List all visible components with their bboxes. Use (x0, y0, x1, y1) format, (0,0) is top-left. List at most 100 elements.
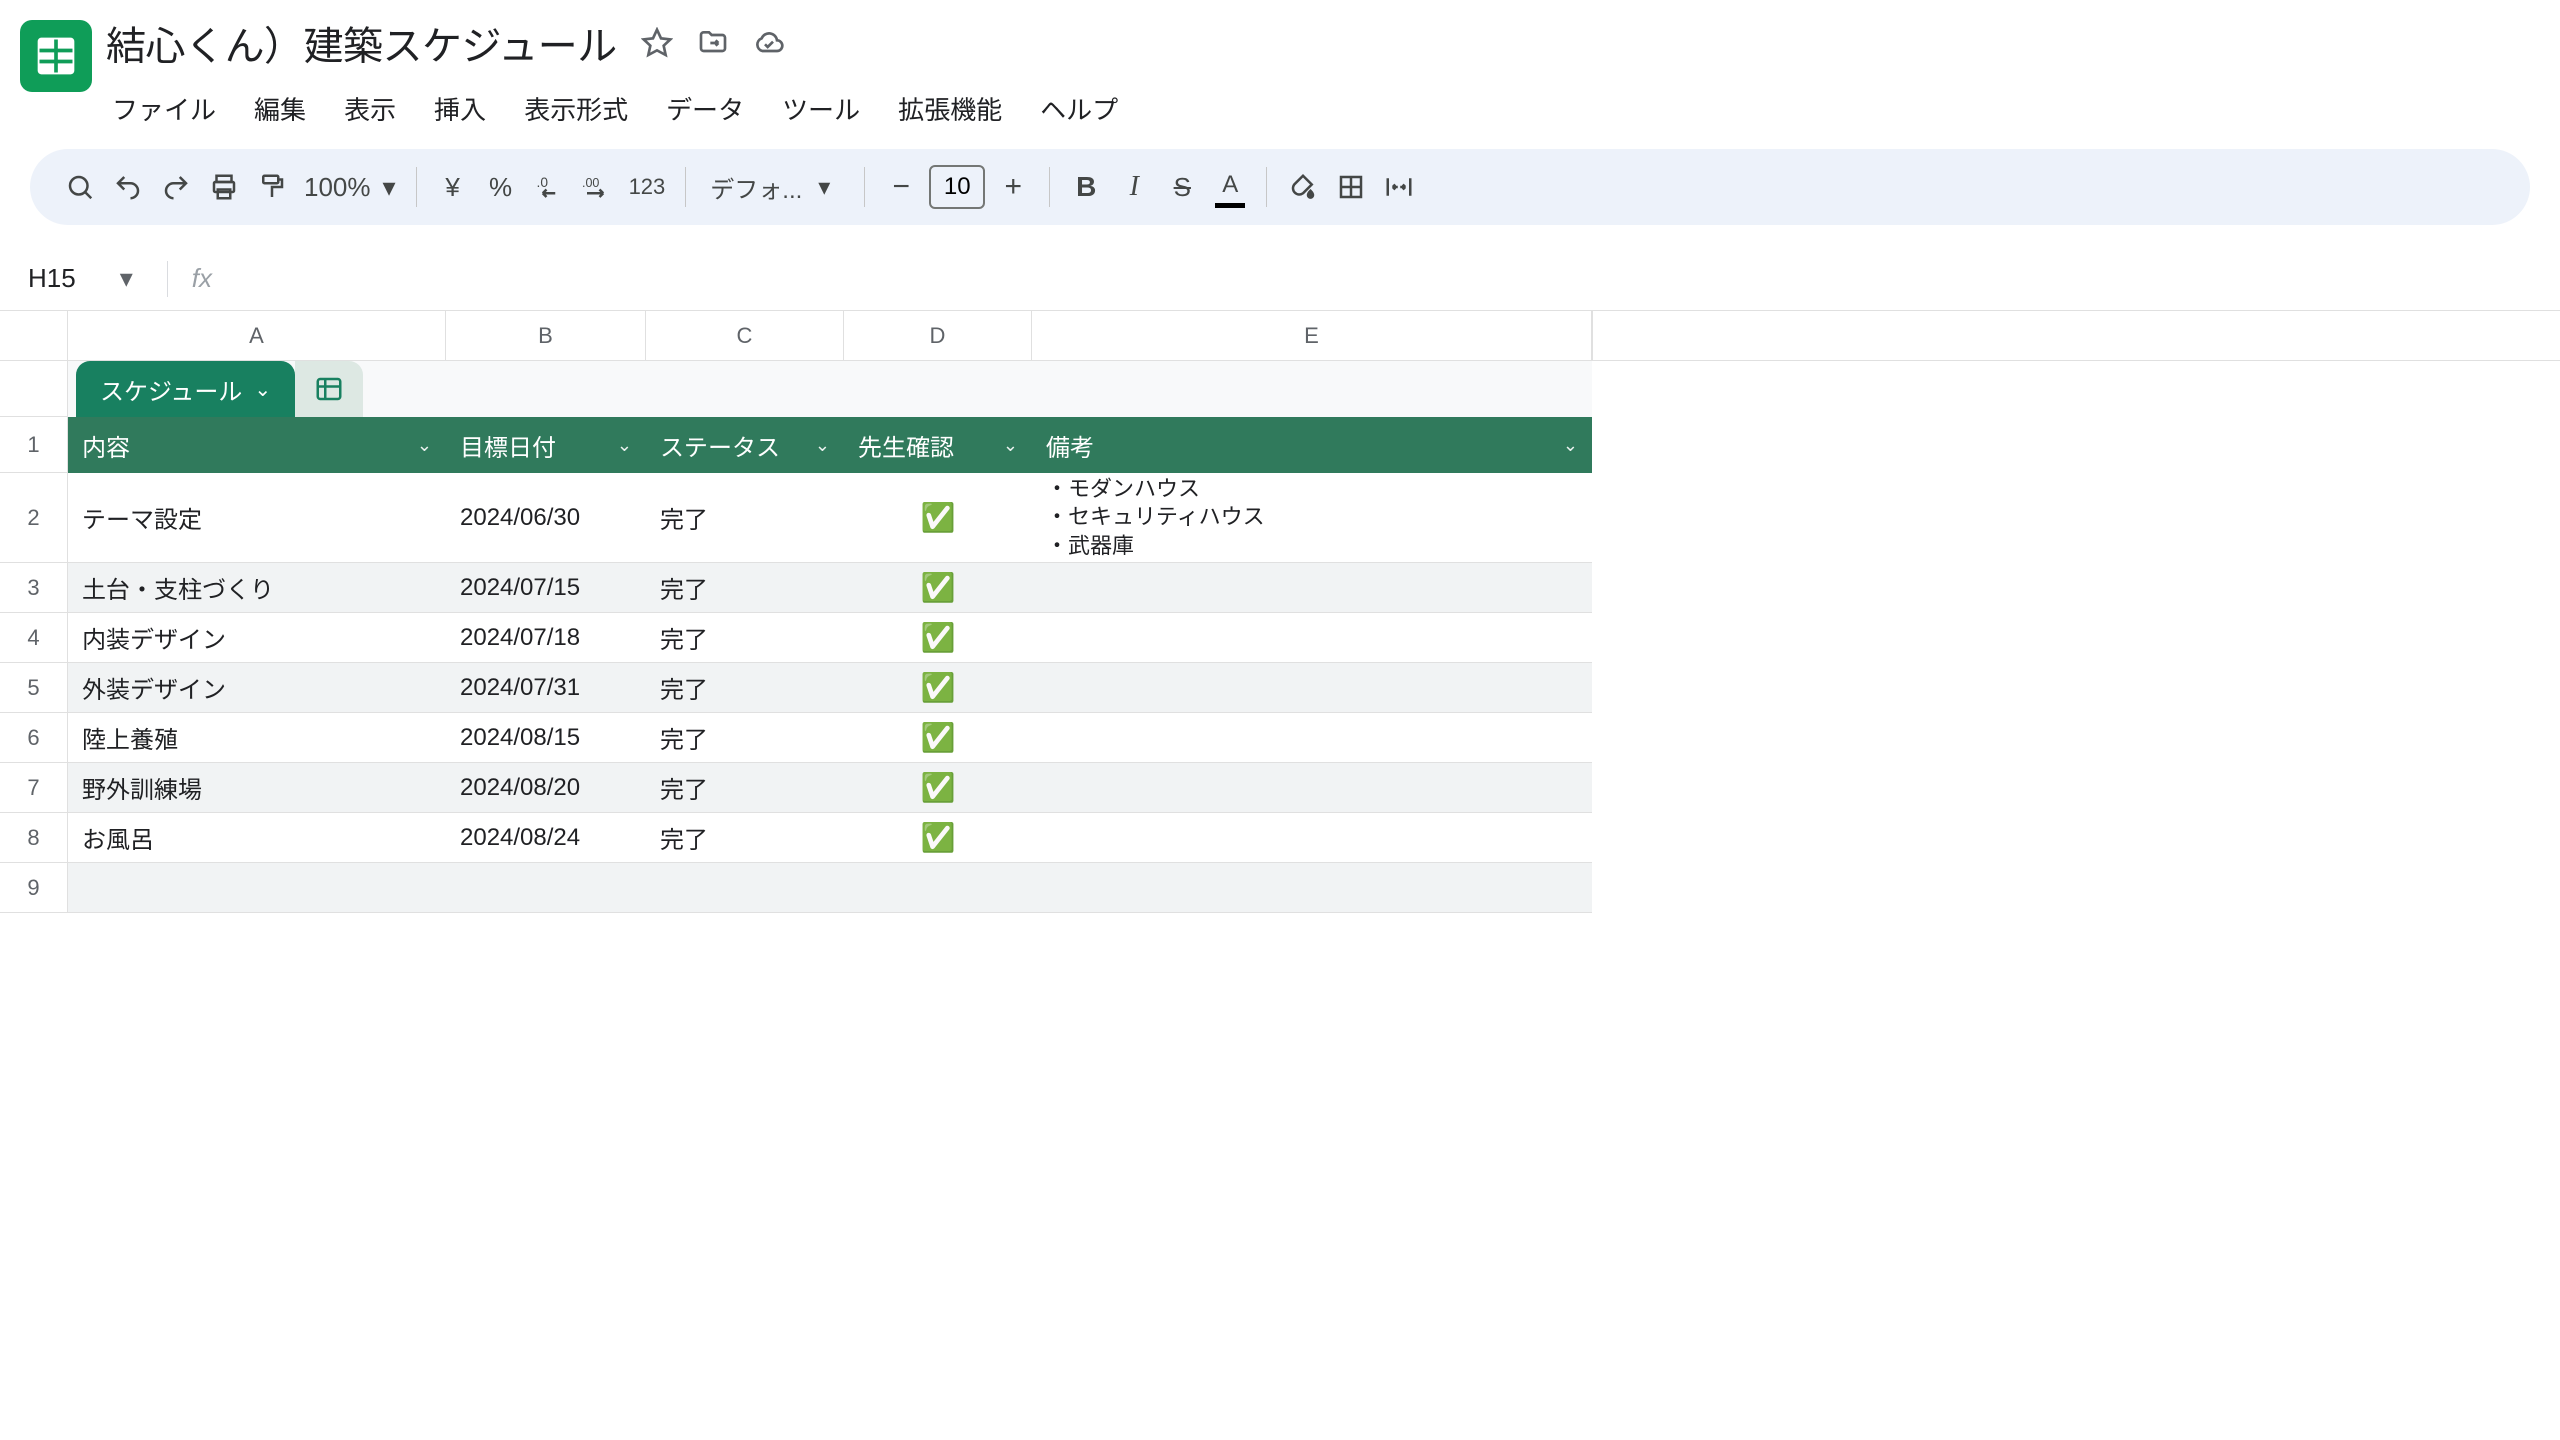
row-header[interactable]: 6 (0, 713, 67, 763)
cell-status[interactable]: 完了 (646, 563, 844, 612)
cell-note[interactable]: ・モダンハウス・セキュリティハウス・武器庫 (1032, 473, 1592, 562)
cell-confirm[interactable]: ✅ (844, 613, 1032, 662)
cell-confirm[interactable] (844, 863, 1032, 912)
zoom-select[interactable]: 100%▾ (298, 172, 402, 203)
percent-button[interactable]: % (479, 165, 523, 209)
table-row[interactable]: 土台・支柱づくり2024/07/15完了✅ (68, 563, 1592, 613)
th-note[interactable]: 備考⌄ (1032, 417, 1592, 473)
cell-status[interactable]: 完了 (646, 663, 844, 712)
cell-status[interactable]: 完了 (646, 473, 844, 562)
cell-content[interactable]: テーマ設定 (68, 473, 446, 562)
cell-note[interactable] (1032, 863, 1592, 912)
sheets-logo[interactable] (20, 20, 92, 92)
row-header[interactable]: 5 (0, 663, 67, 713)
table-tab[interactable]: スケジュール ⌄ (76, 361, 295, 417)
row-header[interactable]: 9 (0, 863, 67, 913)
col-header-b[interactable]: B (446, 311, 646, 360)
fill-color-icon[interactable] (1281, 165, 1325, 209)
cell-confirm[interactable]: ✅ (844, 563, 1032, 612)
cell-status[interactable]: 完了 (646, 813, 844, 862)
cell-content[interactable]: お風呂 (68, 813, 446, 862)
formula-bar[interactable] (236, 261, 2560, 297)
cell-date[interactable]: 2024/07/31 (446, 663, 646, 712)
col-header-c[interactable]: C (646, 311, 844, 360)
table-row[interactable]: お風呂2024/08/24完了✅ (68, 813, 1592, 863)
col-header-a[interactable]: A (68, 311, 446, 360)
cell-note[interactable] (1032, 663, 1592, 712)
row-header[interactable]: 2 (0, 473, 67, 563)
menu-view[interactable]: 表示 (342, 86, 398, 131)
bold-icon[interactable]: B (1064, 165, 1108, 209)
redo-icon[interactable] (154, 165, 198, 209)
cell-confirm[interactable]: ✅ (844, 663, 1032, 712)
currency-button[interactable]: ¥ (431, 165, 475, 209)
table-row[interactable] (68, 863, 1592, 913)
cloud-status-icon[interactable] (753, 27, 785, 59)
cell-content[interactable] (68, 863, 446, 912)
cell-confirm[interactable]: ✅ (844, 713, 1032, 762)
cell-note[interactable] (1032, 763, 1592, 812)
menu-data[interactable]: データ (664, 86, 746, 131)
cell-status[interactable]: 完了 (646, 713, 844, 762)
increase-font-icon[interactable]: + (991, 165, 1035, 209)
search-icon[interactable] (58, 165, 102, 209)
th-status[interactable]: ステータス⌄ (646, 417, 844, 473)
cell-confirm[interactable]: ✅ (844, 763, 1032, 812)
cell-note[interactable] (1032, 713, 1592, 762)
cell-content[interactable]: 外装デザイン (68, 663, 446, 712)
cell-status[interactable]: 完了 (646, 613, 844, 662)
italic-icon[interactable]: I (1112, 165, 1156, 209)
menu-extensions[interactable]: 拡張機能 (896, 86, 1004, 131)
menu-tools[interactable]: ツール (780, 86, 862, 131)
cell-status[interactable]: 完了 (646, 763, 844, 812)
menu-file[interactable]: ファイル (110, 86, 218, 131)
menu-help[interactable]: ヘルプ (1038, 86, 1120, 131)
cell-date[interactable] (446, 863, 646, 912)
document-title[interactable]: 結心くん）建築スケジュール (106, 14, 617, 72)
row-header[interactable]: 1 (0, 417, 67, 473)
star-icon[interactable] (641, 27, 673, 59)
number-format-button[interactable]: 123 (623, 165, 672, 209)
row-header[interactable]: 4 (0, 613, 67, 663)
font-select[interactable]: デフォ...▾ (700, 170, 850, 205)
move-folder-icon[interactable] (697, 27, 729, 59)
select-all-corner[interactable] (0, 311, 67, 361)
cell-confirm[interactable]: ✅ (844, 813, 1032, 862)
cell-content[interactable]: 土台・支柱づくり (68, 563, 446, 612)
name-box[interactable]: H15▾ (18, 257, 143, 300)
col-header-d[interactable]: D (844, 311, 1032, 360)
increase-decimal-icon[interactable]: .00 (575, 165, 619, 209)
cell-content[interactable]: 野外訓練場 (68, 763, 446, 812)
table-row[interactable]: 内装デザイン2024/07/18完了✅ (68, 613, 1592, 663)
row-header[interactable]: 7 (0, 763, 67, 813)
row-header[interactable]: 3 (0, 563, 67, 613)
cell-date[interactable]: 2024/07/15 (446, 563, 646, 612)
cell-content[interactable]: 内装デザイン (68, 613, 446, 662)
menu-insert[interactable]: 挿入 (432, 86, 488, 131)
print-icon[interactable] (202, 165, 246, 209)
cell-date[interactable]: 2024/08/20 (446, 763, 646, 812)
cell-status[interactable] (646, 863, 844, 912)
th-date[interactable]: 目標日付⌄ (446, 417, 646, 473)
cell-content[interactable]: 陸上養殖 (68, 713, 446, 762)
table-view-icon[interactable] (295, 361, 363, 417)
cell-date[interactable]: 2024/08/15 (446, 713, 646, 762)
cell-note[interactable] (1032, 813, 1592, 862)
col-header-e[interactable]: E (1032, 311, 1592, 360)
row-header[interactable]: 8 (0, 813, 67, 863)
paint-format-icon[interactable] (250, 165, 294, 209)
cell-confirm[interactable]: ✅ (844, 473, 1032, 562)
table-row[interactable]: 外装デザイン2024/07/31完了✅ (68, 663, 1592, 713)
decrease-font-icon[interactable]: − (879, 165, 923, 209)
decrease-decimal-icon[interactable]: .0 (527, 165, 571, 209)
cell-date[interactable]: 2024/08/24 (446, 813, 646, 862)
merge-cells-icon[interactable] (1377, 165, 1421, 209)
cell-note[interactable] (1032, 613, 1592, 662)
text-color-icon[interactable]: A (1208, 165, 1252, 209)
menu-edit[interactable]: 編集 (252, 86, 308, 131)
cell-date[interactable]: 2024/06/30 (446, 473, 646, 562)
cell-note[interactable] (1032, 563, 1592, 612)
table-row[interactable]: テーマ設定2024/06/30完了✅・モダンハウス・セキュリティハウス・武器庫 (68, 473, 1592, 563)
undo-icon[interactable] (106, 165, 150, 209)
borders-icon[interactable] (1329, 165, 1373, 209)
